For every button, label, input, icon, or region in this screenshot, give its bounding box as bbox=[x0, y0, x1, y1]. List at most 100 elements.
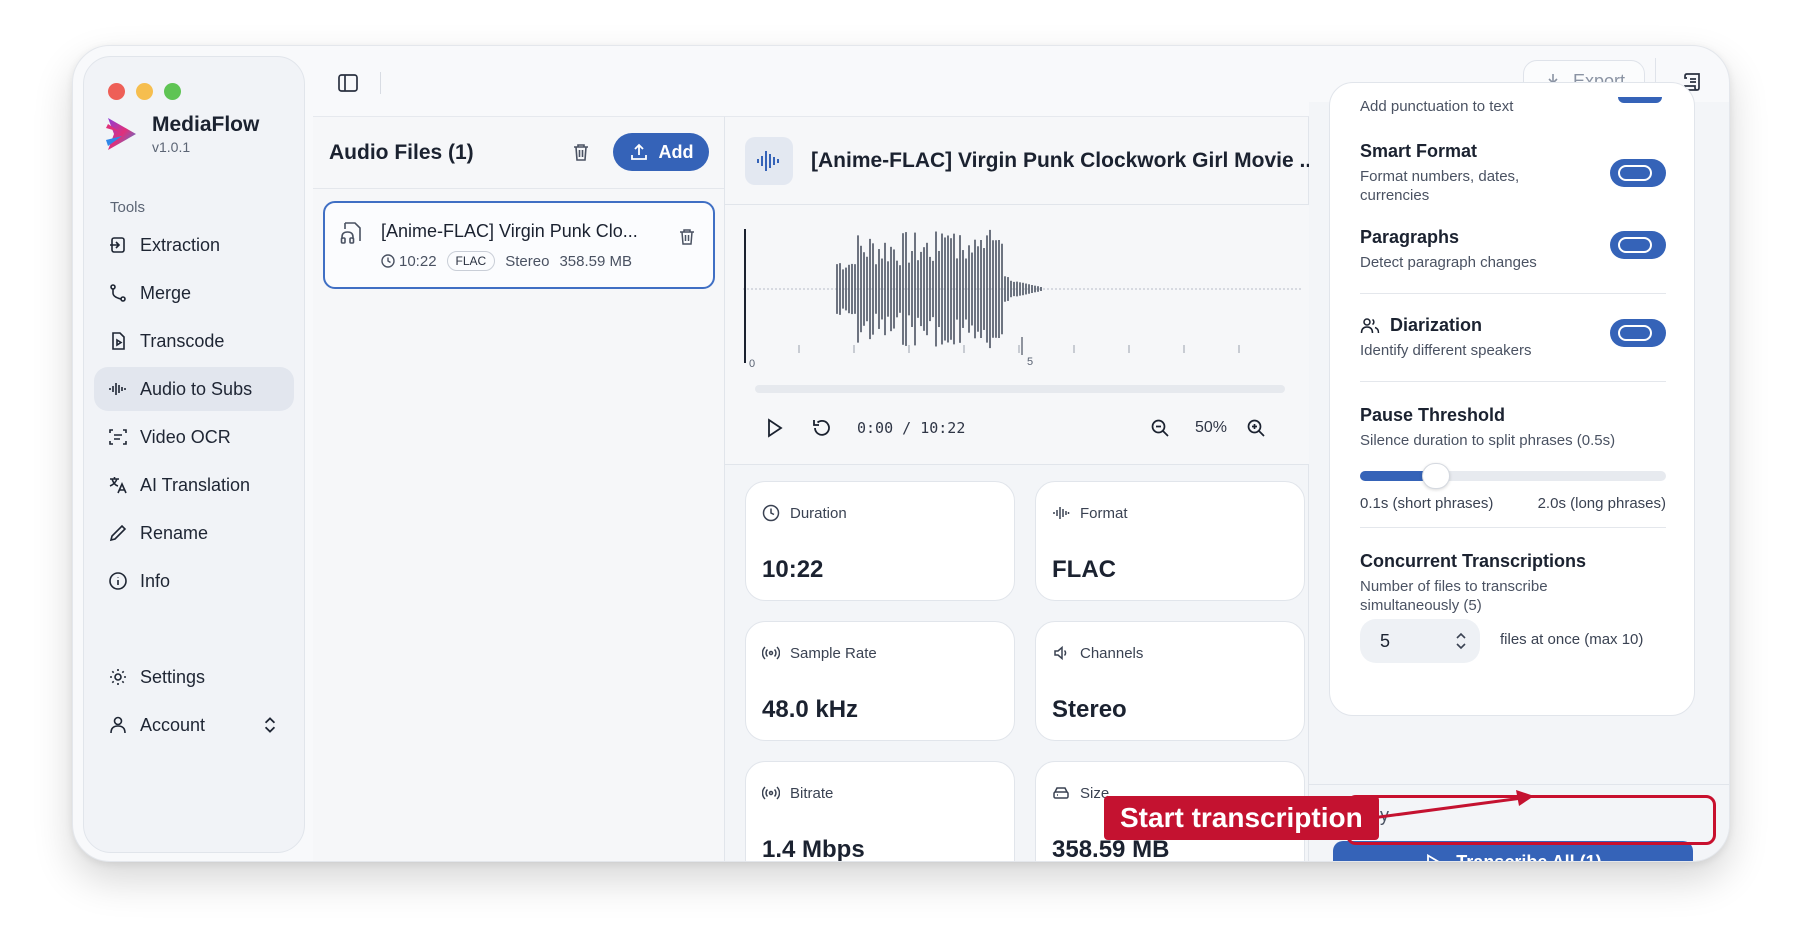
sidebar-toggle-icon[interactable] bbox=[335, 70, 361, 96]
timecode: 0:00 / 10:22 bbox=[857, 419, 966, 437]
tools-section-label: Tools bbox=[110, 199, 146, 216]
setting-desc-text: Number of files to transcribe simultaneo… bbox=[1360, 578, 1548, 614]
sidebar-item-label: Merge bbox=[140, 282, 192, 303]
pause-threshold-slider[interactable] bbox=[1360, 463, 1666, 489]
sidebar-item-transcode[interactable]: Transcode bbox=[94, 319, 294, 363]
pencil-icon bbox=[109, 524, 127, 542]
restart-icon[interactable] bbox=[811, 417, 833, 439]
minimize-window-button[interactable] bbox=[136, 83, 153, 100]
file-detail-panel: [Anime-FLAC] Virgin Punk Clockwork Girl … bbox=[725, 116, 1317, 861]
list-item[interactable]: [Anime-FLAC] Virgin Punk Clo... 10:22 FL… bbox=[323, 201, 715, 289]
stat-value: 10:22 bbox=[762, 556, 824, 583]
settings-label: Settings bbox=[140, 666, 206, 687]
waveform-icon bbox=[1053, 507, 1070, 519]
file-size: 358.59 MB bbox=[559, 252, 632, 270]
sidebar-item-label: Rename bbox=[140, 522, 209, 543]
toolbar-separator bbox=[380, 72, 381, 94]
toggle-track bbox=[1618, 165, 1652, 181]
user-icon bbox=[110, 716, 126, 734]
setting-smart-format: Smart Format Format numbers, dates, curr… bbox=[1360, 141, 1666, 205]
sidebar-item-label: Audio to Subs bbox=[140, 378, 253, 399]
info-icon bbox=[109, 572, 127, 590]
stat-label: Channels bbox=[1052, 644, 1143, 662]
callout-highlight-box bbox=[1346, 795, 1716, 845]
play-icon bbox=[1427, 853, 1440, 861]
trash-icon[interactable] bbox=[570, 141, 592, 163]
stat-label-text: Channels bbox=[1080, 644, 1144, 662]
toggle-switch-smart-format[interactable] bbox=[1610, 159, 1666, 187]
playback-controls: 0:00 / 10:22 50% bbox=[725, 405, 1309, 449]
mediaflow-logo-icon bbox=[106, 118, 136, 150]
settings-card: Add punctuation to text Smart Format For… bbox=[1329, 82, 1695, 716]
stepper-suffix: files at once (max 10) bbox=[1500, 631, 1644, 648]
stat-card-bitrate: Bitrate 1.4 Mbps bbox=[745, 761, 1015, 861]
merge-icon bbox=[110, 284, 126, 302]
close-window-button[interactable] bbox=[108, 83, 125, 100]
divider bbox=[1360, 527, 1666, 528]
app-window: MediaFlow v1.0.1 Tools Extraction Merge … bbox=[72, 45, 1730, 862]
sidebar-item-video-ocr[interactable]: Video OCR bbox=[94, 415, 294, 459]
setting-desc-text: Format numbers, dates, currencies bbox=[1360, 168, 1520, 204]
sidebar-item-label: AI Translation bbox=[140, 474, 251, 495]
setting-diarization: Diarization Identify different speakers bbox=[1360, 315, 1666, 360]
timeline-mark: 5 bbox=[1027, 356, 1033, 368]
setting-punctuation: Add punctuation to text bbox=[1360, 97, 1666, 116]
stat-label: Sample Rate bbox=[762, 644, 877, 662]
divider bbox=[1360, 293, 1666, 294]
sidebar-item-audio-to-subs[interactable]: Audio to Subs bbox=[94, 367, 294, 411]
sidebar-item-info[interactable]: Info bbox=[94, 559, 294, 603]
stat-card-channels: Channels Stereo bbox=[1035, 621, 1305, 741]
window-controls bbox=[108, 83, 181, 100]
sidebar-item-account[interactable]: Account bbox=[94, 703, 294, 747]
chevron-up-down-icon[interactable] bbox=[1454, 630, 1468, 652]
setting-title: Concurrent Transcriptions bbox=[1360, 551, 1587, 571]
extraction-icon bbox=[110, 237, 125, 253]
sidebar-item-rename[interactable]: Rename bbox=[94, 511, 294, 555]
callout-label: Start transcription bbox=[1104, 796, 1379, 840]
audio-files-panel: Audio Files (1) Add [Anime-FLAC] Virgin … bbox=[313, 116, 725, 861]
file-meta: 10:22 FLAC Stereo 358.59 MB bbox=[381, 251, 632, 271]
slider-range-labels: 0.1s (short phrases) 2.0s (long phrases) bbox=[1360, 495, 1666, 512]
toggle-switch-paragraphs[interactable] bbox=[1610, 231, 1666, 259]
sidebar-item-extraction[interactable]: Extraction bbox=[94, 223, 294, 267]
sidebar-item-label: Info bbox=[140, 570, 171, 591]
stat-label: Duration bbox=[762, 504, 847, 522]
stat-label: Size bbox=[1052, 784, 1109, 802]
waveform-viewer[interactable]: 0 5 0:00 / 10:22 50% bbox=[725, 205, 1309, 465]
stat-label: Bitrate bbox=[762, 784, 833, 802]
toggle-switch-punctuation[interactable] bbox=[1618, 97, 1662, 103]
zoom-in-icon[interactable] bbox=[1245, 417, 1267, 439]
brand: MediaFlow v1.0.1 bbox=[104, 113, 259, 155]
slider-thumb[interactable] bbox=[1422, 463, 1451, 489]
trash-icon[interactable] bbox=[677, 227, 697, 247]
sidebar-item-ai-translation[interactable]: AI Translation bbox=[94, 463, 294, 507]
zoom-out-icon[interactable] bbox=[1149, 417, 1171, 439]
ocr-icon bbox=[109, 429, 127, 445]
waveform-scrollbar[interactable] bbox=[755, 385, 1285, 393]
radio-icon bbox=[762, 646, 780, 660]
add-files-button[interactable]: Add bbox=[613, 133, 709, 171]
file-name: [Anime-FLAC] Virgin Punk Clo... bbox=[381, 221, 638, 241]
stat-label: Format bbox=[1052, 504, 1128, 522]
sidebar-item-label: Video OCR bbox=[140, 426, 231, 447]
setting-desc: Silence duration to split phrases (0.5s) bbox=[1360, 432, 1616, 449]
tools-nav: Extraction Merge Transcode Audio to Subs… bbox=[94, 223, 294, 607]
waveform-canvas[interactable]: 0 5 bbox=[743, 219, 1303, 369]
waveform-icon bbox=[109, 383, 126, 395]
audio-file-icon bbox=[340, 222, 361, 244]
zoom-window-button[interactable] bbox=[164, 83, 181, 100]
setting-desc: Number of files to transcribe simultaneo… bbox=[1360, 577, 1590, 615]
stat-card-duration: Duration 10:22 bbox=[745, 481, 1015, 601]
sidebar-item-merge[interactable]: Merge bbox=[94, 271, 294, 315]
divider bbox=[1360, 381, 1666, 382]
toggle-switch-diarization[interactable] bbox=[1610, 319, 1666, 347]
sidebar-item-settings[interactable]: Settings bbox=[94, 655, 294, 699]
setting-title-text: Diarization bbox=[1390, 315, 1483, 335]
setting-title: Pause Threshold bbox=[1360, 405, 1506, 425]
concurrent-stepper[interactable]: 5 bbox=[1360, 619, 1480, 663]
sidebar: MediaFlow v1.0.1 Tools Extraction Merge … bbox=[83, 56, 305, 853]
stepper-value: 5 bbox=[1380, 630, 1391, 651]
app-version: v1.0.1 bbox=[152, 139, 191, 155]
setting-concurrent-transcriptions: Concurrent Transcriptions Number of file… bbox=[1360, 551, 1666, 615]
play-icon[interactable] bbox=[763, 417, 785, 439]
